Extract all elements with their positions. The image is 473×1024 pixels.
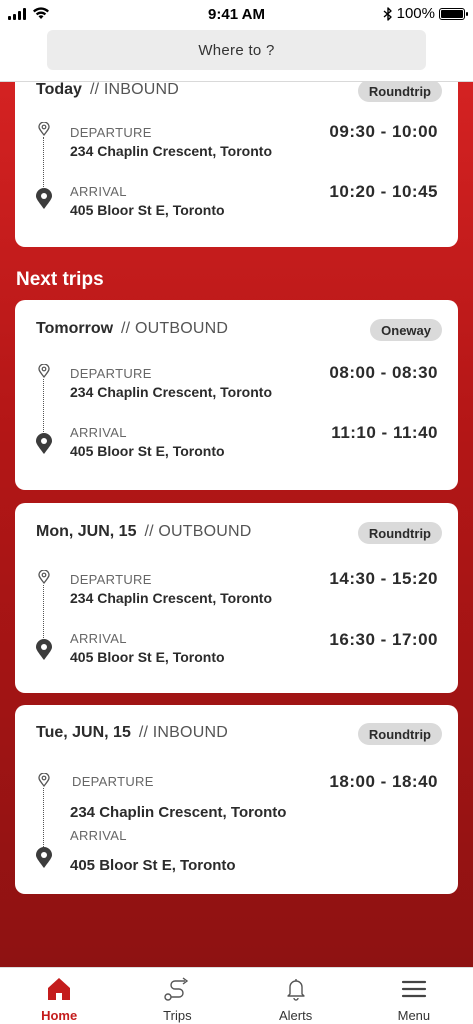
- tab-home[interactable]: Home: [0, 968, 118, 1024]
- departure-label: DEPARTURE: [70, 366, 152, 381]
- departure-time: 18:00 - 18:40: [329, 772, 438, 791]
- departure-address: 234 Chaplin Crescent, Toronto: [70, 590, 272, 606]
- trip-type-badge: Oneway: [370, 319, 442, 341]
- departure-address: 234 Chaplin Crescent, Toronto: [70, 804, 287, 821]
- origin-pin-icon: [38, 122, 50, 136]
- departure-label: DEPARTURE: [72, 774, 154, 789]
- destination-pin-icon: [36, 847, 52, 868]
- arrival-label: ARRIVAL: [70, 631, 127, 646]
- trip-direction: // OUTBOUND: [144, 523, 252, 540]
- departure-address: 234 Chaplin Crescent, Toronto: [70, 143, 272, 159]
- route-line: [43, 379, 44, 432]
- departure-address: 234 Chaplin Crescent, Toronto: [70, 384, 272, 400]
- route-line: [43, 788, 44, 847]
- tab-alerts[interactable]: Alerts: [237, 968, 355, 1024]
- arrival-label: ARRIVAL: [70, 184, 127, 199]
- destination-pin-icon: [36, 433, 52, 454]
- search-input[interactable]: Where to ?: [47, 30, 426, 70]
- trip-direction: // OUTBOUND: [121, 320, 229, 337]
- bluetooth-icon: [383, 6, 392, 21]
- origin-pin-icon: [38, 773, 50, 787]
- tab-label: Home: [41, 1008, 78, 1023]
- departure-time: 08:00 - 08:30: [329, 363, 438, 382]
- arrival-address: 405 Bloor St E, Toronto: [70, 202, 225, 218]
- arrival-address: 405 Bloor St E, Toronto: [70, 857, 236, 874]
- bell-icon: [286, 979, 305, 1001]
- battery-icon: [439, 7, 468, 20]
- tab-bar: Home Trips Alerts Menu: [0, 967, 473, 1024]
- tab-trips[interactable]: Trips: [118, 968, 236, 1024]
- arrival-address: 405 Bloor St E, Toronto: [70, 649, 225, 665]
- origin-pin-icon: [38, 364, 50, 378]
- status-right: 100%: [383, 5, 468, 22]
- trip-direction: // INBOUND: [89, 82, 180, 98]
- arrival-time: 10:20 - 10:45: [329, 182, 438, 201]
- destination-pin-icon: [36, 639, 52, 660]
- departure-time: 09:30 - 10:00: [329, 122, 438, 141]
- trip-day: Mon, JUN, 15: [36, 523, 137, 540]
- arrival-label: ARRIVAL: [70, 425, 127, 440]
- arrival-label: ARRIVAL: [70, 828, 127, 843]
- departure-label: DEPARTURE: [70, 125, 152, 140]
- battery-percent: 100%: [396, 5, 435, 22]
- departure-time: 14:30 - 15:20: [329, 569, 438, 588]
- trip-card[interactable]: Tue, JUN, 15 // INBOUND Roundtrip DEPART…: [15, 705, 458, 894]
- arrival-time: 16:30 - 17:00: [329, 630, 438, 649]
- trip-card[interactable]: Tomorrow // OUTBOUND Oneway DEPARTURE 23…: [15, 300, 458, 490]
- destination-pin-icon: [36, 188, 52, 209]
- tab-label: Menu: [397, 1008, 431, 1023]
- origin-pin-icon: [38, 570, 50, 584]
- route-icon: [164, 977, 189, 1001]
- menu-icon: [401, 980, 426, 998]
- trip-day: Today: [36, 82, 82, 98]
- tab-label: Alerts: [279, 1008, 313, 1023]
- trip-day: Tomorrow: [36, 320, 114, 337]
- trip-card[interactable]: Mon, JUN, 15 // OUTBOUND Roundtrip DEPAR…: [15, 503, 458, 693]
- status-bar: 9:41 AM 100%: [0, 0, 473, 28]
- tab-label: Trips: [163, 1008, 192, 1023]
- arrival-address: 405 Bloor St E, Toronto: [70, 443, 225, 459]
- trips-content[interactable]: Today // INBOUND Roundtrip DEPARTURE 234…: [0, 82, 473, 967]
- trip-direction: // INBOUND: [138, 724, 228, 741]
- trip-day: Tue, JUN, 15: [36, 724, 131, 741]
- section-title-next-trips: Next trips: [16, 269, 104, 290]
- search-header: Where to ?: [0, 28, 473, 82]
- departure-label: DEPARTURE: [70, 572, 152, 587]
- route-line: [43, 585, 44, 638]
- trip-card-today[interactable]: Today // INBOUND Roundtrip DEPARTURE 234…: [15, 82, 458, 247]
- trip-type-badge: Roundtrip: [357, 723, 442, 745]
- trip-type-badge: Roundtrip: [357, 522, 442, 544]
- arrival-time: 11:10 - 11:40: [331, 423, 438, 442]
- route-line: [43, 137, 44, 187]
- trip-type-badge: Roundtrip: [357, 82, 442, 102]
- home-icon: [48, 978, 71, 1000]
- tab-menu[interactable]: Menu: [355, 968, 473, 1024]
